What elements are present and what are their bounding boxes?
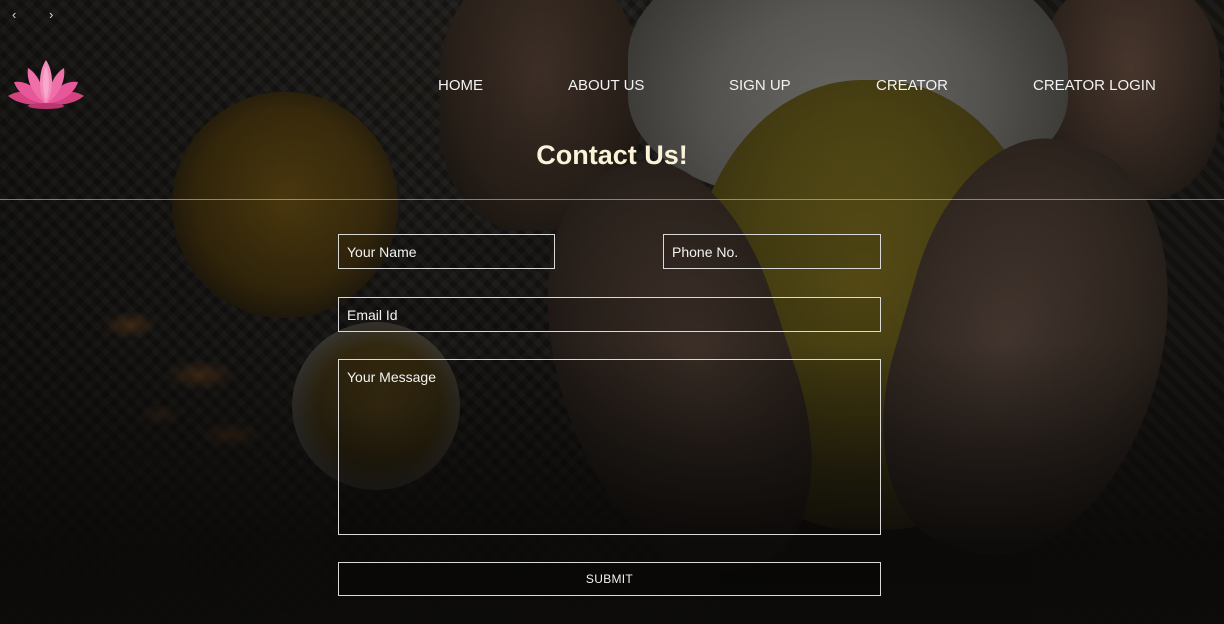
nav-sign-up[interactable]: SIGN UP [729,76,791,96]
phone-input[interactable] [663,234,881,269]
header-divider [0,199,1224,200]
forward-arrow-icon[interactable]: › [49,8,53,22]
submit-button[interactable]: SUBMIT [338,562,881,596]
nav-about-us[interactable]: ABOUT US [568,76,644,96]
message-textarea[interactable] [338,359,881,535]
back-arrow-icon[interactable]: ‹ [12,8,16,22]
lotus-logo-icon[interactable] [6,58,86,114]
contact-page: ‹ › HOME ABOUT US SIGN UP CREATOR CREATO… [0,0,1224,624]
page-title: Contact Us! [536,140,688,170]
nav-home[interactable]: HOME [438,76,483,96]
email-input[interactable] [338,297,881,332]
nav-creator-login[interactable]: CREATOR LOGIN [1033,76,1156,96]
nav-creator[interactable]: CREATOR [876,76,948,96]
name-input[interactable] [338,234,555,269]
